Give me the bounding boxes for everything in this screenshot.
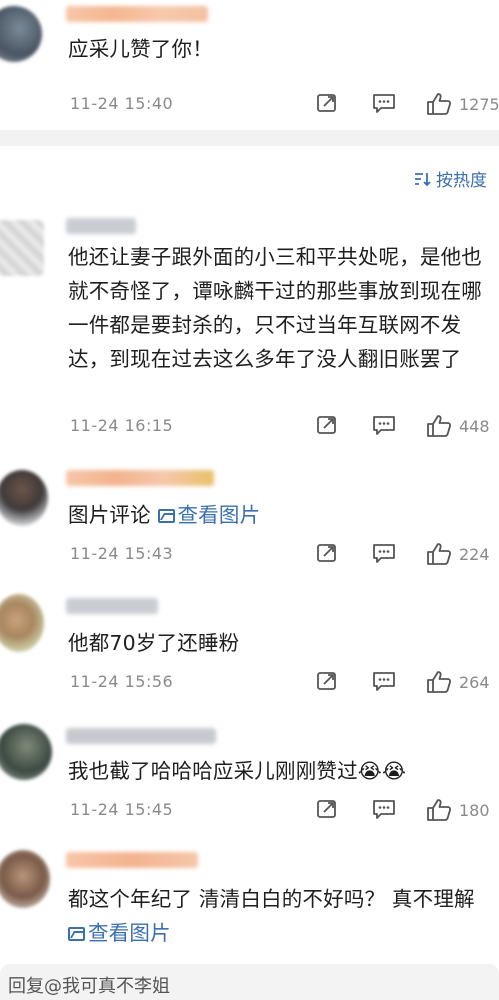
like-icon[interactable] xyxy=(426,670,452,694)
comment-icon[interactable] xyxy=(372,798,396,820)
comment-icon[interactable] xyxy=(372,542,396,564)
comment-meta: 11-24 16:15 448 xyxy=(68,414,490,440)
comment-text: 他还让妻子跟外面的小三和平共处呢，是他也就不奇怪了，谭咏麟干过的那些事放到现在哪… xyxy=(68,245,482,371)
sort-icon xyxy=(415,172,431,186)
comment-icon[interactable] xyxy=(372,92,396,114)
like-icon[interactable] xyxy=(426,414,452,438)
username-blurred[interactable] xyxy=(66,6,208,22)
comment-meta: 11-24 15:56 264 xyxy=(68,670,490,696)
view-image-label: 查看图片 xyxy=(177,503,261,527)
comment-time: 11-24 15:40 xyxy=(70,94,174,113)
comment-body: 图片评论 xyxy=(68,503,151,527)
comment-text: 应采儿赞了你！ xyxy=(68,37,213,61)
like-count: 224 xyxy=(459,545,490,564)
comment-icon[interactable] xyxy=(372,670,396,692)
like-icon[interactable] xyxy=(426,798,452,822)
comment-text: 都这个年纪了 清清白白的不好吗？ 真不理解 查看图片 xyxy=(68,882,487,950)
comment-time: 11-24 15:45 xyxy=(70,800,174,819)
username-blurred[interactable] xyxy=(66,470,214,486)
section-divider xyxy=(0,130,499,146)
comment-meta: 11-24 15:40 1275 xyxy=(68,92,499,118)
share-icon[interactable] xyxy=(316,92,338,114)
comment-meta: 11-24 15:43 224 xyxy=(68,542,490,568)
comment-icon[interactable] xyxy=(372,414,396,436)
avatar[interactable] xyxy=(0,724,52,780)
picture-icon xyxy=(157,509,175,523)
comment-time: 11-24 15:56 xyxy=(70,672,174,691)
comment-meta: 11-24 15:45 180 xyxy=(68,798,490,824)
share-icon[interactable] xyxy=(316,414,338,436)
comment-text: 他都70岁了还睡粉 xyxy=(68,631,240,655)
comment-body: 都这个年纪了 清清白白的不好吗？ 真不理解 xyxy=(68,887,475,911)
reply-input[interactable]: 回复@我可真不李姐 xyxy=(8,972,170,998)
avatar[interactable] xyxy=(0,850,50,908)
like-icon[interactable] xyxy=(426,542,452,566)
comment-time: 11-24 16:15 xyxy=(70,416,174,435)
sort-label: 按热度 xyxy=(436,171,487,191)
avatar[interactable] xyxy=(0,470,48,526)
share-icon[interactable] xyxy=(316,542,338,564)
view-image-link[interactable]: 查看图片 xyxy=(157,503,261,527)
avatar[interactable] xyxy=(0,594,44,652)
like-count: 264 xyxy=(459,673,490,692)
username-blurred[interactable] xyxy=(66,728,216,744)
like-count: 448 xyxy=(459,417,490,436)
username-blurred[interactable] xyxy=(66,852,198,868)
sort-by-hot-button[interactable]: 按热度 xyxy=(414,166,487,191)
like-count: 180 xyxy=(459,801,490,820)
view-image-label: 查看图片 xyxy=(88,921,171,945)
avatar[interactable] xyxy=(0,6,42,62)
comment-text: 图片评论 查看图片 xyxy=(68,498,487,532)
share-icon[interactable] xyxy=(316,798,338,820)
comment-text: 我也截了哈哈哈应采儿刚刚赞过😭😭 xyxy=(68,759,407,783)
comment-time: 11-24 15:43 xyxy=(70,544,174,563)
view-image-link[interactable]: 查看图片 xyxy=(68,921,171,945)
reply-input-bar[interactable]: 回复@我可真不李姐 xyxy=(0,964,499,1000)
avatar[interactable] xyxy=(0,220,44,276)
share-icon[interactable] xyxy=(316,670,338,692)
username-blurred[interactable] xyxy=(66,218,136,234)
like-count: 1275 xyxy=(459,95,499,114)
like-icon[interactable] xyxy=(426,92,452,116)
username-blurred[interactable] xyxy=(66,598,158,614)
picture-icon xyxy=(68,927,85,941)
